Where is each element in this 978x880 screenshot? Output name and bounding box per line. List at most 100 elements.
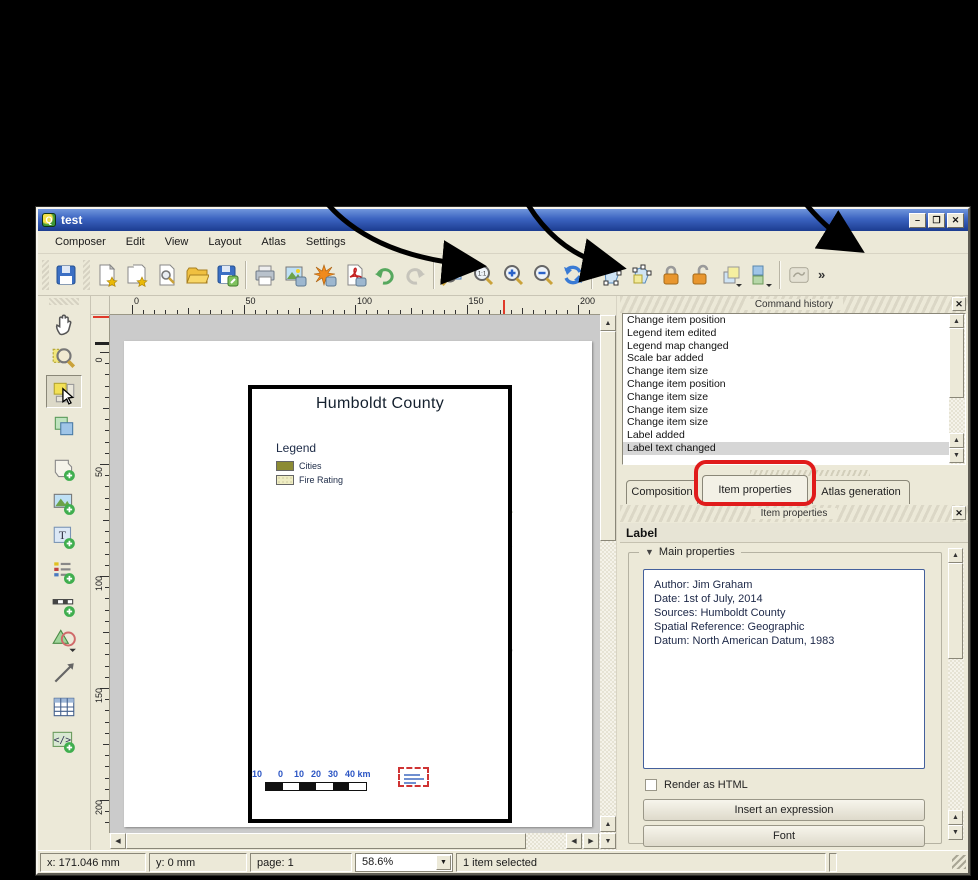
zoom-in-button[interactable] xyxy=(498,260,528,290)
map-title[interactable]: Humboldt County xyxy=(248,395,512,413)
group-items-button[interactable] xyxy=(746,260,776,290)
add-scalebar-tool-button[interactable] xyxy=(46,588,82,621)
lock-items-button[interactable] xyxy=(656,260,686,290)
scroll-up-button[interactable]: ▲ xyxy=(600,816,616,832)
window-resize-grip[interactable] xyxy=(952,855,966,869)
tab-atlas-generation[interactable]: Atlas generation xyxy=(812,480,910,504)
toolbar-grip[interactable] xyxy=(49,298,79,305)
maximize-button[interactable]: ❒ xyxy=(928,213,945,228)
print-button[interactable] xyxy=(250,260,280,290)
scalebar-item[interactable] xyxy=(265,782,367,791)
scroll-down-button[interactable]: ▼ xyxy=(949,448,964,463)
add-legend-tool-button[interactable] xyxy=(46,554,82,587)
history-item[interactable]: Scale bar added xyxy=(623,352,965,365)
menu-view[interactable]: View xyxy=(156,233,198,251)
move-item-content-tool-button[interactable] xyxy=(46,409,82,442)
history-item[interactable]: Label added xyxy=(623,429,965,442)
tab-composition[interactable]: Composition xyxy=(626,480,698,504)
main-properties-toggle[interactable]: ▼Main properties xyxy=(639,546,741,558)
render-as-html-checkbox[interactable] xyxy=(645,779,657,791)
add-label-tool-button[interactable]: T xyxy=(46,520,82,553)
zoom-full-button[interactable] xyxy=(438,260,468,290)
insert-expression-button[interactable]: Insert an expression xyxy=(643,799,925,821)
scroll-thumb[interactable] xyxy=(126,833,526,849)
add-image-tool-button[interactable] xyxy=(46,486,82,519)
scroll-up-button[interactable]: ▲ xyxy=(948,548,963,563)
composer-canvas[interactable]: LowLowExtremeExtremeExtremeExtremeExtrem… xyxy=(110,315,600,833)
close-button[interactable]: ✕ xyxy=(947,213,964,228)
scroll-right-button[interactable]: ▶ xyxy=(583,833,599,849)
scroll-up-button[interactable]: ▲ xyxy=(949,433,964,448)
add-attribute-table-tool-button[interactable] xyxy=(46,690,82,723)
history-item[interactable]: Change item position xyxy=(623,314,965,327)
select-move-item-tool-button[interactable] xyxy=(46,375,82,408)
composition-paper[interactable]: LowLowExtremeExtremeExtremeExtremeExtrem… xyxy=(124,341,592,827)
duplicate-composition-button[interactable] xyxy=(122,260,152,290)
new-composition-button[interactable] xyxy=(92,260,122,290)
label-text-input[interactable]: Author: Jim Graham Date: 1st of July, 20… xyxy=(643,569,925,769)
canvas-vertical-scrollbar[interactable]: ▲ ▲ ▼ xyxy=(600,315,616,850)
history-item[interactable]: Change item size xyxy=(623,416,965,429)
menu-atlas[interactable]: Atlas xyxy=(252,233,294,251)
menu-settings[interactable]: Settings xyxy=(297,233,355,251)
command-history-list[interactable]: Change item position Legend item edited … xyxy=(622,313,966,465)
toolbar-grip[interactable] xyxy=(83,260,90,290)
scroll-down-button[interactable]: ▼ xyxy=(948,825,963,840)
scroll-thumb[interactable] xyxy=(949,328,964,398)
pan-tool-button[interactable] xyxy=(46,307,82,340)
scroll-up-button[interactable]: ▲ xyxy=(949,314,964,328)
title-bar[interactable]: Q test – ❒ ✕ xyxy=(38,209,968,231)
select-move-item-button[interactable] xyxy=(596,260,626,290)
unlock-items-button[interactable] xyxy=(686,260,716,290)
undo-button[interactable] xyxy=(370,260,400,290)
refresh-button[interactable] xyxy=(558,260,588,290)
add-map-tool-button[interactable] xyxy=(46,452,82,485)
history-item[interactable]: Change item size xyxy=(623,404,965,417)
item-properties-header[interactable]: Item properties ✕ xyxy=(620,505,968,522)
move-item-content-button[interactable] xyxy=(626,260,656,290)
atlas-preview-button[interactable] xyxy=(784,260,814,290)
scroll-up-button[interactable]: ▲ xyxy=(948,810,963,825)
zoom-level-combobox[interactable]: 58.6% ▼ xyxy=(355,853,453,872)
combo-dropdown-icon[interactable]: ▼ xyxy=(436,855,451,870)
history-item[interactable]: Legend item edited xyxy=(623,327,965,340)
history-item[interactable]: Change item size xyxy=(623,365,965,378)
command-history-header[interactable]: Command history ✕ xyxy=(620,296,968,313)
export-pdf-button[interactable] xyxy=(340,260,370,290)
history-item[interactable]: Change item position xyxy=(623,378,965,391)
close-panel-icon[interactable]: ✕ xyxy=(952,506,966,520)
toolbar-overflow-chevron[interactable]: » xyxy=(818,267,825,282)
history-item[interactable]: Legend map changed xyxy=(623,340,965,353)
save-project-button[interactable] xyxy=(51,260,81,290)
add-html-frame-tool-button[interactable]: </> xyxy=(46,724,82,757)
panel-scrollbar[interactable]: ▲ ▲ ▼ xyxy=(948,548,964,840)
toolbar-grip[interactable] xyxy=(42,260,49,290)
add-shape-tool-button[interactable] xyxy=(46,622,82,655)
history-scrollbar[interactable]: ▲ ▲ ▼ xyxy=(949,314,965,464)
minimize-button[interactable]: – xyxy=(909,213,926,228)
scroll-thumb[interactable] xyxy=(600,331,616,541)
scroll-up-button[interactable]: ▲ xyxy=(600,315,616,331)
scroll-left-button[interactable]: ◀ xyxy=(566,833,582,849)
load-template-button[interactable] xyxy=(182,260,212,290)
export-svg-button[interactable] xyxy=(310,260,340,290)
composer-manager-button[interactable] xyxy=(152,260,182,290)
zoom-actual-button[interactable]: 1:1 xyxy=(468,260,498,290)
canvas-horizontal-scrollbar[interactable]: ◀ ◀ ▶ xyxy=(110,833,600,849)
close-panel-icon[interactable]: ✕ xyxy=(952,297,966,311)
selected-label-item[interactable] xyxy=(398,767,429,787)
menu-edit[interactable]: Edit xyxy=(117,233,154,251)
raise-items-button[interactable] xyxy=(716,260,746,290)
zoom-tool-button[interactable] xyxy=(46,341,82,374)
history-item-selected[interactable]: Label text changed xyxy=(623,442,965,455)
save-template-button[interactable] xyxy=(212,260,242,290)
font-button[interactable]: Font xyxy=(643,825,925,847)
scroll-left-button[interactable]: ◀ xyxy=(110,833,126,849)
history-item[interactable]: Change item size xyxy=(623,391,965,404)
export-image-button[interactable] xyxy=(280,260,310,290)
scroll-down-button[interactable]: ▼ xyxy=(600,833,616,849)
legend-item[interactable]: Legend Cities Fire Rating xyxy=(276,441,376,489)
add-arrow-tool-button[interactable] xyxy=(46,656,82,689)
scroll-thumb[interactable] xyxy=(948,563,963,659)
menu-composer[interactable]: Composer xyxy=(46,233,115,251)
